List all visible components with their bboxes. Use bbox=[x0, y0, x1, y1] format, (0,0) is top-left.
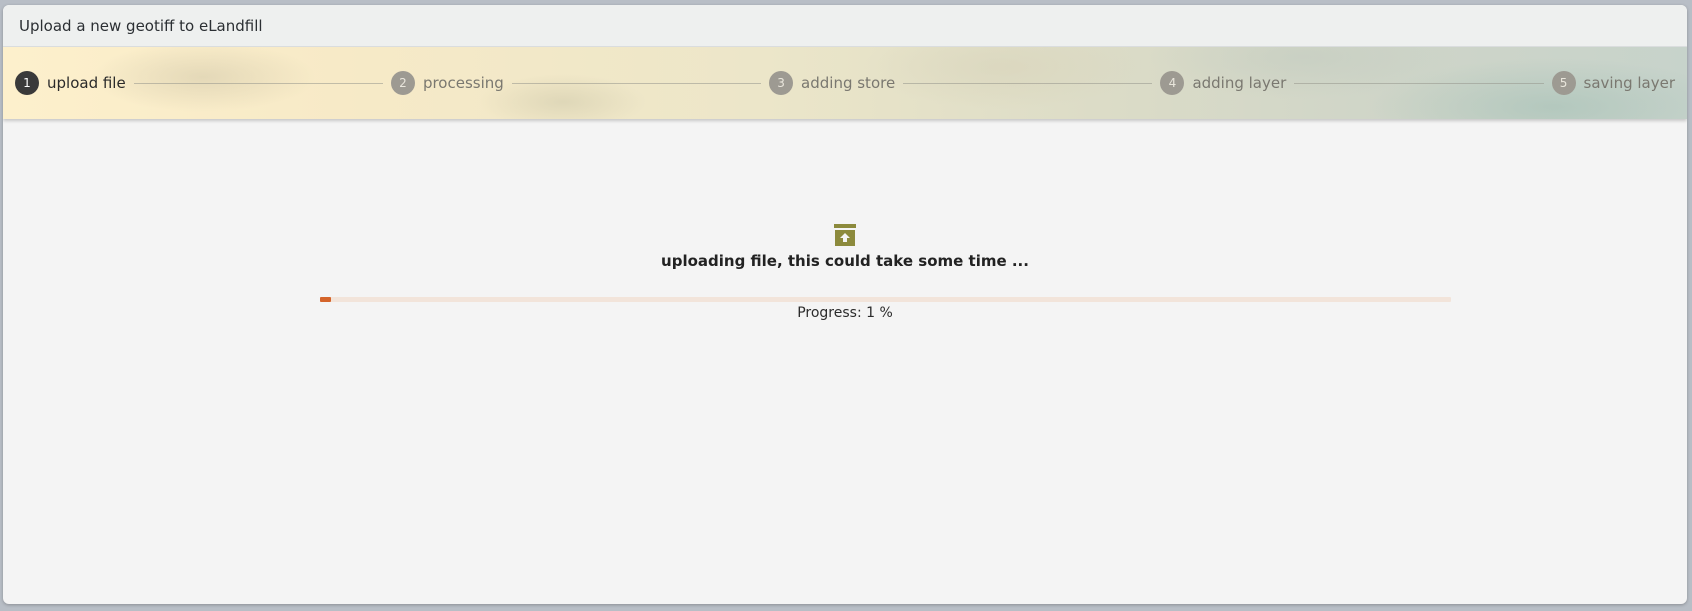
dialog-header: Upload a new geotiff to eLandfill bbox=[3, 5, 1687, 47]
step-number: 2 bbox=[390, 71, 415, 95]
step-connector bbox=[903, 82, 1153, 84]
progress-stepper: 1 upload file 2 processing 3 adding stor… bbox=[3, 47, 1687, 119]
step-adding-store: 3 adding store bbox=[769, 71, 895, 95]
step-upload-file: 1 upload file bbox=[15, 71, 126, 95]
upload-progress-bar bbox=[320, 297, 1451, 302]
step-label: saving layer bbox=[1583, 74, 1676, 92]
step-connector bbox=[133, 82, 383, 84]
upload-archive-icon bbox=[834, 224, 856, 246]
step-connector bbox=[511, 82, 762, 84]
upload-status-message: uploading file, this could take some tim… bbox=[661, 252, 1029, 270]
step-saving-layer: 5 saving layer bbox=[1551, 71, 1676, 95]
step-number: 1 bbox=[15, 71, 39, 95]
upload-dialog: Upload a new geotiff to eLandfill 1 uplo… bbox=[3, 5, 1687, 604]
step-connector bbox=[1294, 82, 1544, 84]
upload-progress-text: Progress: 1 % bbox=[797, 305, 893, 321]
step-label: upload file bbox=[47, 74, 126, 92]
step-label: adding layer bbox=[1192, 74, 1287, 92]
step-number: 3 bbox=[769, 71, 794, 95]
step-processing: 2 processing bbox=[390, 71, 504, 95]
upload-content: uploading file, this could take some tim… bbox=[3, 119, 1687, 604]
step-number: 4 bbox=[1160, 71, 1185, 95]
step-label: processing bbox=[422, 74, 504, 92]
upload-progress-fill bbox=[320, 297, 332, 302]
dialog-title: Upload a new geotiff to eLandfill bbox=[19, 16, 263, 35]
step-adding-layer: 4 adding layer bbox=[1160, 71, 1286, 95]
step-number: 5 bbox=[1551, 71, 1576, 95]
step-label: adding store bbox=[801, 74, 896, 92]
